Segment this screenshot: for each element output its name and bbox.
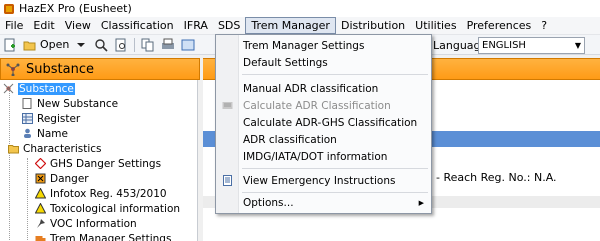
menu-item-default-settings[interactable]: Default Settings bbox=[216, 54, 431, 71]
menu-edit[interactable]: Edit bbox=[28, 17, 59, 34]
tree-item-voc[interactable]: VOC Information bbox=[35, 216, 137, 231]
grid-icon bbox=[22, 113, 33, 124]
menu-item-options[interactable]: Options... ▶ bbox=[216, 194, 431, 211]
search-icon[interactable] bbox=[94, 38, 108, 52]
trem-manager-menu: Trem Manager Settings Default Settings M… bbox=[215, 34, 432, 214]
document-icon bbox=[222, 175, 233, 186]
tree-item-substance[interactable]: Substance bbox=[3, 81, 75, 96]
menu-bar: File Edit View Classification IFRA SDS T… bbox=[0, 17, 600, 35]
chevron-down-icon: ▼ bbox=[574, 41, 581, 50]
menu-item-view-emergency[interactable]: View Emergency Instructions bbox=[216, 172, 431, 189]
tree-item-label: Toxicological information bbox=[50, 202, 181, 215]
calculator-icon bbox=[222, 100, 233, 111]
tree-item-label: VOC Information bbox=[50, 217, 137, 230]
tree-item-name[interactable]: Name bbox=[22, 126, 68, 141]
menu-item-label: View Emergency Instructions bbox=[243, 174, 396, 187]
menu-item-calculate-adr-ghs[interactable]: Calculate ADR-GHS Classification bbox=[216, 114, 431, 131]
tree-item-infotox[interactable]: Infotox Reg. 453/2010 bbox=[34, 186, 167, 201]
menu-help[interactable]: ? bbox=[536, 17, 552, 34]
menu-file[interactable]: File bbox=[0, 17, 28, 34]
menu-preferences[interactable]: Preferences bbox=[462, 17, 537, 34]
menu-view[interactable]: View bbox=[60, 17, 96, 34]
open-folder-icon[interactable] bbox=[23, 38, 37, 52]
warning-triangle-icon bbox=[34, 187, 47, 199]
menu-sds[interactable]: SDS bbox=[213, 17, 245, 34]
substance-header: Substance bbox=[0, 58, 200, 80]
truck-icon bbox=[35, 233, 46, 241]
tree-item-characteristics[interactable]: Characteristics bbox=[8, 141, 102, 156]
ghs-diamond-icon bbox=[34, 157, 47, 170]
menu-item-label: Calculate ADR-GHS Classification bbox=[243, 116, 418, 129]
danger-icon bbox=[35, 173, 46, 184]
tree-item-trem-manager-settings[interactable]: Trem Manager Settings bbox=[35, 231, 171, 241]
molecule-icon bbox=[6, 62, 20, 77]
menu-item-label: Options... bbox=[243, 196, 294, 209]
substance-title: Substance bbox=[26, 61, 94, 77]
app-icon bbox=[4, 3, 14, 14]
warning-triangle-icon bbox=[34, 202, 47, 214]
title-bar: HazEX Pro (Eusheet) bbox=[0, 0, 600, 17]
tree-item-label: Trem Manager Settings bbox=[50, 232, 172, 241]
tree-item-ghs-danger-settings[interactable]: GHS Danger Settings bbox=[34, 156, 162, 171]
open-button[interactable]: Open bbox=[40, 38, 69, 51]
toolbar-separator bbox=[134, 37, 136, 52]
window-title: HazEX Pro (Eusheet) bbox=[19, 2, 132, 15]
folder-icon bbox=[8, 143, 19, 154]
menu-item-trem-manager-settings[interactable]: Trem Manager Settings bbox=[216, 37, 431, 54]
menu-classification[interactable]: Classification bbox=[96, 17, 179, 34]
tree-root-icon bbox=[3, 83, 14, 94]
menu-item-imdg-iata-dot[interactable]: IMDG/IATA/DOT information bbox=[216, 148, 431, 165]
menu-separator bbox=[242, 74, 428, 75]
menu-ifra[interactable]: IFRA bbox=[179, 17, 213, 34]
menu-item-calculate-adr: Calculate ADR Classification bbox=[216, 97, 431, 114]
menu-item-label: Trem Manager Settings bbox=[243, 39, 365, 52]
language-value: ENGLISH bbox=[482, 40, 526, 51]
menu-distribution[interactable]: Distribution bbox=[336, 17, 410, 34]
menu-item-label: ADR classification bbox=[243, 133, 337, 146]
document-icon bbox=[22, 98, 33, 109]
menu-utilities[interactable]: Utilities bbox=[410, 17, 461, 34]
reach-reg-text: - Reach Reg. No.: N.A. bbox=[436, 171, 557, 184]
substance-tree: Substance New Substance Register Name Ch… bbox=[0, 80, 198, 241]
pin-icon bbox=[35, 218, 46, 229]
tree-item-new-substance[interactable]: New Substance bbox=[22, 96, 118, 111]
tree-item-label: Substance bbox=[18, 82, 75, 95]
menu-item-label: Default Settings bbox=[243, 56, 328, 69]
language-select[interactable]: ENGLISH ▼ bbox=[478, 37, 585, 54]
menu-separator bbox=[242, 168, 428, 169]
new-icon[interactable] bbox=[3, 38, 17, 52]
tree-item-toxicological[interactable]: Toxicological information bbox=[34, 201, 181, 216]
tree-item-label: GHS Danger Settings bbox=[50, 157, 162, 170]
menu-item-adr-classification[interactable]: ADR classification bbox=[216, 131, 431, 148]
menu-separator bbox=[242, 192, 428, 193]
copy-icon[interactable] bbox=[141, 38, 155, 52]
menu-item-label: IMDG/IATA/DOT information bbox=[243, 150, 388, 163]
submenu-arrow-icon: ▶ bbox=[418, 198, 424, 207]
tree-item-label: Danger bbox=[50, 172, 89, 185]
menu-item-label: Manual ADR classification bbox=[243, 82, 379, 95]
tree-item-label: Characteristics bbox=[23, 142, 102, 155]
tree-item-danger[interactable]: Danger bbox=[35, 171, 89, 186]
tree-item-label: Name bbox=[37, 127, 68, 140]
tree-item-label: New Substance bbox=[37, 97, 119, 110]
window-icon[interactable] bbox=[181, 38, 195, 52]
tree-item-label: Infotox Reg. 453/2010 bbox=[50, 187, 167, 200]
menu-item-manual-adr[interactable]: Manual ADR classification bbox=[216, 80, 431, 97]
find-document-icon[interactable] bbox=[114, 38, 128, 52]
chevron-down-icon[interactable] bbox=[74, 38, 88, 52]
menu-trem-manager[interactable]: Trem Manager bbox=[245, 17, 336, 34]
tree-item-register[interactable]: Register bbox=[22, 111, 80, 126]
tree-item-label: Register bbox=[37, 112, 81, 125]
name-icon bbox=[22, 128, 33, 139]
print-icon[interactable] bbox=[161, 38, 175, 52]
menu-item-label: Calculate ADR Classification bbox=[243, 99, 391, 112]
